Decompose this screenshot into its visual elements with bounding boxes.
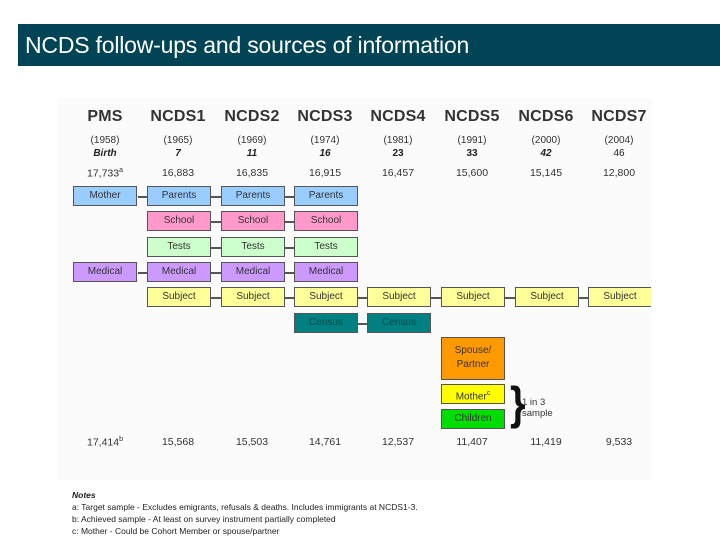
wave-name: NCDS2 <box>224 108 280 125</box>
notes: Notes a: Target sample - Excludes emigra… <box>72 489 418 537</box>
wave-age: 7 <box>175 148 181 159</box>
census-box-ncds4: Census <box>367 313 431 333</box>
achieved-sample: 14,761 <box>308 436 342 448</box>
achieved-sample: 15,568 <box>161 436 195 448</box>
medical-box-ncds2: Medical <box>221 262 285 282</box>
achieved-sample: 11,407 <box>456 436 488 448</box>
achieved-sample: 11,419 <box>530 436 562 448</box>
wave-age: 16 <box>319 148 331 159</box>
school-box-ncds3: School <box>294 211 358 231</box>
target-sample: 16,835 <box>235 167 269 179</box>
notes-heading: Notes <box>72 490 96 500</box>
subject-box-ncds2: Subject <box>221 287 285 307</box>
census-box-ncds3: Census <box>294 313 358 333</box>
footnote-marker: c <box>486 390 491 397</box>
wave-year: (1965) <box>163 135 193 146</box>
wave-year: (1969) <box>237 135 267 146</box>
achieved-sample: 12,537 <box>381 436 415 448</box>
target-sample: 17,733a <box>65 167 145 180</box>
school-box-ncds1: School <box>147 211 211 231</box>
wave-year: (1991) <box>457 135 487 146</box>
subject-box-ncds6: Subject <box>515 287 579 307</box>
parents-box-ncds1: Parents <box>147 186 211 206</box>
medical-box-pms: Medical <box>73 262 137 282</box>
wave-year: (1958) <box>90 135 120 146</box>
mother-box-pms: Mother <box>73 186 137 206</box>
spouse-partner-box: Spouse/ Partner <box>441 337 505 380</box>
wave-age: 33 <box>466 148 478 159</box>
wave-year: (2000) <box>531 135 561 146</box>
target-sample: 15,600 <box>455 167 489 179</box>
title-bar: NCDS follow-ups and sources of informati… <box>18 24 720 66</box>
wave-age: 46 <box>613 148 625 159</box>
wave-age: Birth <box>93 148 117 159</box>
wave-name: NCDS5 <box>444 108 500 125</box>
achieved-value: 17,414 <box>86 436 120 449</box>
wave-name: NCDS6 <box>518 108 574 125</box>
note-line: b: Achieved sample - At least on survey … <box>72 514 336 524</box>
wave-year: (1974) <box>310 135 340 146</box>
tests-box-ncds3: Tests <box>294 237 358 257</box>
subject-box-ncds1: Subject <box>147 287 211 307</box>
target-sample: 16,883 <box>161 167 195 179</box>
medical-box-ncds3: Medical <box>294 262 358 282</box>
footnote-marker: a <box>119 167 124 174</box>
wave-name: NCDS7 <box>591 108 647 125</box>
tests-box-ncds1: Tests <box>147 237 211 257</box>
target-sample: 16,457 <box>381 167 415 179</box>
wave-name: NCDS1 <box>150 108 206 125</box>
spouse-partner-label: Spouse/ Partner <box>454 345 492 370</box>
note-line: c: Mother - Could be Cohort Member or sp… <box>72 526 280 536</box>
achieved-sample: 15,503 <box>235 436 269 448</box>
mother-c-box: Motherc <box>441 384 505 404</box>
achieved-sample: 17,414b <box>65 436 145 449</box>
target-value: 17,733 <box>86 167 120 180</box>
parents-box-ncds2: Parents <box>221 186 285 206</box>
wave-name: NCDS4 <box>370 108 426 125</box>
note-line: a: Target sample - Excludes emigrants, r… <box>72 502 418 512</box>
wave-age: 23 <box>392 148 404 159</box>
achieved-sample: 9,533 <box>605 436 633 448</box>
wave-age: 11 <box>246 148 258 159</box>
subject-box-ncds5: Subject <box>441 287 505 307</box>
page-title: NCDS follow-ups and sources of informati… <box>25 32 470 58</box>
target-sample: 15,145 <box>529 167 563 179</box>
children-box: Children <box>441 409 505 429</box>
subject-box-ncds7: Subject <box>588 287 651 307</box>
wave-name: PMS <box>87 108 123 125</box>
sample-note: 1 in 3 sample <box>522 397 553 419</box>
wave-year: (2004) <box>604 135 634 146</box>
wave-age: 42 <box>540 148 552 159</box>
footnote-marker: b <box>119 436 124 443</box>
target-sample: 16,915 <box>308 167 342 179</box>
subject-box-ncds4: Subject <box>367 287 431 307</box>
parents-box-ncds3: Parents <box>294 186 358 206</box>
tests-box-ncds2: Tests <box>221 237 285 257</box>
subject-box-ncds3: Subject <box>294 287 358 307</box>
mother-c-label: Mother <box>455 391 487 403</box>
target-sample: 12,800 <box>602 167 636 179</box>
wave-name: NCDS3 <box>297 108 353 125</box>
school-box-ncds2: School <box>221 211 285 231</box>
medical-box-ncds1: Medical <box>147 262 211 282</box>
wave-year: (1981) <box>383 135 413 146</box>
